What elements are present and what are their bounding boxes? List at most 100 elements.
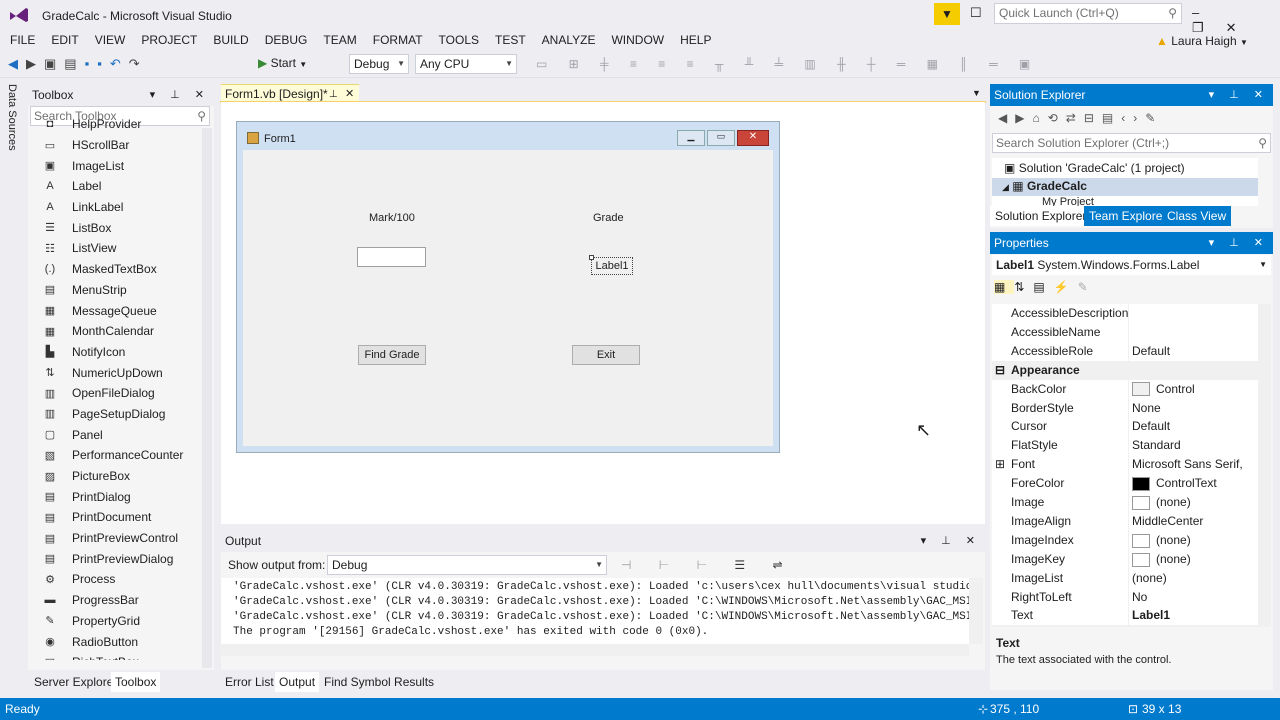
- property-row[interactable]: ImageIndex (none): [992, 530, 1258, 550]
- property-value[interactable]: Label1: [1132, 606, 1170, 625]
- data-sources-strip[interactable]: Data Sources: [0, 80, 26, 696]
- menu-window[interactable]: WINDOW: [603, 30, 672, 50]
- property-grid-scrollbar[interactable]: [1258, 304, 1271, 627]
- solution-explorer-toolbar[interactable]: ◀▶⌂⟲⇄⊟▤‹›✎: [998, 111, 1163, 125]
- toolbox-item[interactable]: ▤ MenuStrip: [28, 280, 200, 301]
- quick-launch-input[interactable]: Quick Launch (Ctrl+Q) ⚲: [994, 3, 1182, 24]
- toolbox-item[interactable]: ▤RichTextBox: [28, 652, 200, 660]
- exit-button[interactable]: Exit: [572, 345, 640, 365]
- tree-myproject-node[interactable]: My Project: [1042, 196, 1094, 206]
- menu-project[interactable]: PROJECT: [133, 30, 205, 50]
- toolbox-item[interactable]: ▥ PageSetupDialog: [28, 404, 200, 425]
- tab-toolbox[interactable]: Toolbox: [111, 672, 161, 692]
- start-button[interactable]: ▶ Start ▼: [258, 56, 307, 70]
- label-mark[interactable]: Mark/100: [369, 212, 415, 224]
- property-value[interactable]: (none): [1132, 569, 1167, 588]
- toolbox-item[interactable]: ☷ ListView: [28, 238, 200, 259]
- mark-textbox[interactable]: [357, 247, 426, 267]
- selection-handle[interactable]: [589, 255, 594, 260]
- property-row[interactable]: FlatStyle Standard: [992, 436, 1258, 456]
- alphabetical-icon[interactable]: ⇅: [1014, 280, 1033, 294]
- output-vscrollbar[interactable]: [969, 578, 983, 644]
- toolbox-item[interactable]: ◘ HelpProvider: [28, 114, 200, 135]
- toolbox-item[interactable]: ⇅ NumericUpDown: [28, 362, 200, 383]
- expand-icon[interactable]: ⊞: [995, 455, 1005, 474]
- menu-debug[interactable]: DEBUG: [257, 30, 316, 50]
- panel-controls-icon[interactable]: ▾ ⊥ ✕: [921, 530, 981, 552]
- menu-format[interactable]: FORMAT: [365, 30, 431, 50]
- minimize-icon[interactable]: –: [1192, 5, 1221, 20]
- form-client-area[interactable]: Mark/100 Grade Label1 Find Grade Exit: [243, 150, 773, 446]
- toolbox-item[interactable]: ▤ PrintDocument: [28, 507, 200, 528]
- home-icon[interactable]: ⌂: [1032, 111, 1047, 125]
- feedback-icon[interactable]: ☐: [970, 5, 982, 21]
- menu-help[interactable]: HELP: [672, 30, 719, 50]
- property-row[interactable]: ⊞FontMicrosoft Sans Serif, 8.25p: [992, 455, 1258, 490]
- property-category[interactable]: ⊟ Appearance: [992, 360, 1258, 380]
- forward-icon[interactable]: ▶: [26, 56, 44, 71]
- toolbox-item[interactable]: ▦ MessageQueue: [28, 300, 200, 321]
- save-icon[interactable]: ▪: [85, 56, 98, 71]
- property-row[interactable]: BorderStyle None: [992, 398, 1258, 418]
- property-value[interactable]: None: [1132, 399, 1161, 418]
- property-row[interactable]: Cursor Default: [992, 417, 1258, 437]
- solution-config-select[interactable]: Debug ▼: [349, 54, 409, 74]
- refresh-icon[interactable]: ⇄: [1066, 111, 1084, 125]
- sync-icon[interactable]: ⟲: [1048, 111, 1066, 125]
- property-row[interactable]: AccessibleRole Default: [992, 341, 1258, 361]
- property-row[interactable]: ImageKey (none): [992, 549, 1258, 569]
- toolbox-scrollbar[interactable]: [202, 128, 212, 668]
- toolbox-item[interactable]: ◉ RadioButton: [28, 631, 200, 652]
- label1-selected[interactable]: Label1: [591, 257, 633, 275]
- toolbox-item[interactable]: ☰ ListBox: [28, 217, 200, 238]
- categorized-icon[interactable]: ▦: [994, 280, 1015, 294]
- menu-analyze[interactable]: ANALYZE: [534, 30, 604, 50]
- tab-class-view[interactable]: Class View: [1162, 206, 1232, 226]
- properties-icon[interactable]: ▤: [1033, 280, 1053, 294]
- property-row[interactable]: ImageList (none): [992, 568, 1258, 588]
- property-value[interactable]: ControlText: [1132, 474, 1217, 493]
- open-icon[interactable]: ▤: [64, 56, 84, 71]
- property-row[interactable]: ForeColor ControlText: [992, 474, 1258, 494]
- tree-solution-node[interactable]: ▣ Solution 'GradeCalc' (1 project): [1004, 161, 1185, 175]
- toolbox-item[interactable]: ▦ MonthCalendar: [28, 321, 200, 342]
- property-row[interactable]: AccessibleDescription: [992, 304, 1258, 323]
- menu-test[interactable]: TEST: [487, 30, 534, 50]
- output-toolbar-icons[interactable]: ⊣ ⊢ ⊢ ☰ ⇌: [621, 558, 795, 572]
- output-source-select[interactable]: Debug ▼: [327, 555, 607, 575]
- toolbox-item[interactable]: ▤ PrintPreviewControl: [28, 528, 200, 549]
- property-row[interactable]: Image (none): [992, 493, 1258, 512]
- toolbox-item[interactable]: ✎ PropertyGrid: [28, 611, 200, 632]
- property-row[interactable]: Text Label1: [992, 606, 1258, 626]
- output-text[interactable]: 'GradeCalc.vshost.exe' (CLR v4.0.30319: …: [221, 578, 969, 644]
- properties-icon[interactable]: ✎: [1145, 111, 1163, 125]
- toolbox-item[interactable]: A Label: [28, 176, 200, 197]
- property-row[interactable]: BackColor Control: [992, 379, 1258, 399]
- back-icon[interactable]: ◀: [998, 111, 1015, 125]
- find-grade-button[interactable]: Find Grade: [358, 345, 426, 365]
- toolbox-item[interactable]: ▣ ImageList: [28, 155, 200, 176]
- property-value[interactable]: (none): [1132, 531, 1191, 550]
- tree-project-node[interactable]: ◢ ▦ GradeCalc: [1002, 179, 1087, 193]
- property-pages-icon[interactable]: ✎: [1078, 280, 1097, 294]
- toolbox-item[interactable]: A LinkLabel: [28, 197, 200, 218]
- tab-overflow-icon[interactable]: ▼: [972, 88, 981, 98]
- forward-icon[interactable]: ▶: [1015, 111, 1032, 125]
- toolbox-item[interactable]: ▧ PerformanceCounter: [28, 445, 200, 466]
- solution-tree[interactable]: ▣ Solution 'GradeCalc' (1 project) ◢ ▦ G…: [992, 158, 1258, 206]
- toolbox-item[interactable]: ▢ Panel: [28, 424, 200, 445]
- back-icon[interactable]: ◀: [8, 56, 26, 71]
- menu-file[interactable]: FILE: [0, 30, 43, 50]
- toolbox-item[interactable]: ▥ OpenFileDialog: [28, 383, 200, 404]
- menu-team[interactable]: TEAM: [315, 30, 364, 50]
- user-account[interactable]: ▲ Laura Haigh ▼: [1156, 34, 1248, 48]
- tab-server-explorer[interactable]: Server Explorer: [30, 672, 122, 692]
- toolbox-item[interactable]: (.) MaskedTextBox: [28, 259, 200, 280]
- properties-object-select[interactable]: Label1 System.Windows.Forms.Label ▼: [992, 255, 1271, 275]
- data-sources-tab[interactable]: Data Sources: [6, 84, 18, 151]
- expand-icon[interactable]: ◢: [1002, 182, 1009, 192]
- properties-toolbar[interactable]: ▦⇅▤⚡✎: [994, 280, 1097, 294]
- redo-icon[interactable]: ↷: [129, 56, 148, 71]
- show-all-icon[interactable]: ▤: [1102, 111, 1121, 125]
- toolbox-item[interactable]: ▙ NotifyIcon: [28, 342, 200, 363]
